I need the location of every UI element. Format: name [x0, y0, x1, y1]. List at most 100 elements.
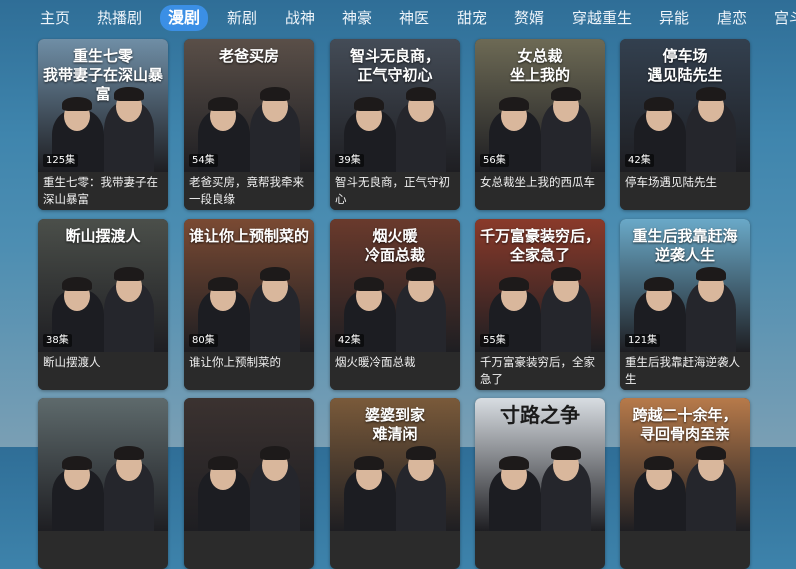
drama-title: 老爸买房，竟帮我牵来一段良缘: [184, 172, 314, 210]
tab-0[interactable]: 主页: [38, 7, 72, 29]
drama-title: 烟火暖冷面总裁: [330, 352, 460, 390]
poster-hair: [354, 277, 384, 291]
poster-image: 跨越二十余年， 寻回骨肉至亲: [620, 398, 750, 531]
poster-hair: [260, 446, 290, 460]
poster-image: 谁让你上预制菜的 80集: [184, 219, 314, 352]
poster-hair: [260, 87, 290, 101]
drama-card[interactable]: 重生七零 我带妻子在深山暴富 125集重生七零：我带妻子在深山暴富: [38, 39, 168, 210]
drama-card[interactable]: 断山摆渡人 38集 断山摆渡人: [38, 219, 168, 390]
drama-card[interactable]: 寸路之争: [475, 398, 605, 569]
poster-title: 智斗无良商， 正气守初心: [349, 47, 440, 84]
poster-title: 谁让你上预制菜的: [188, 227, 309, 245]
poster-image: 寸路之争: [475, 398, 605, 531]
drama-card[interactable]: [184, 398, 314, 569]
poster-image: 重生七零 我带妻子在深山暴富 125集: [38, 39, 168, 172]
drama-title: 重生后我靠赶海逆袭人生: [620, 352, 750, 390]
poster-image: 老爸买房 54集: [184, 39, 314, 172]
tab-2[interactable]: 漫剧: [160, 5, 209, 31]
drama-title: 千万富豪装穷后，全家急了: [475, 352, 605, 390]
episode-count: 54集: [189, 154, 218, 167]
episode-count: 80集: [189, 334, 218, 347]
poster-title: 寸路之争: [500, 403, 580, 427]
drama-card[interactable]: [38, 398, 168, 569]
poster-hair: [696, 446, 726, 460]
poster-title: 千万富豪装穷后，全家急了: [479, 227, 600, 264]
poster-hair: [406, 267, 436, 281]
poster-hair: [696, 87, 726, 101]
tab-12[interactable]: 宫斗: [772, 7, 796, 29]
episode-count: 56集: [480, 154, 509, 167]
tab-11[interactable]: 虐恋: [715, 7, 749, 29]
poster-hair: [551, 267, 581, 281]
poster-hair: [354, 97, 384, 111]
poster-hair: [208, 277, 238, 291]
poster-image: 女总裁 坐上我的 56集: [475, 39, 605, 172]
drama-card[interactable]: 老爸买房 54集老爸买房，竟帮我牵来一段良缘: [184, 39, 314, 210]
drama-title: 智斗无良商，正气守初心: [330, 172, 460, 210]
poster-title: 断山摆渡人: [65, 227, 141, 245]
episode-count: 38集: [43, 334, 72, 347]
drama-title: 谁让你上预制菜的: [184, 352, 314, 390]
poster-hair: [406, 87, 436, 101]
tab-9[interactable]: 穿越重生: [570, 7, 634, 29]
poster-image: 千万富豪装穷后，全家急了 55集: [475, 219, 605, 352]
poster-hair: [114, 267, 144, 281]
tab-3[interactable]: 新剧: [225, 7, 259, 29]
drama-card[interactable]: 跨越二十余年， 寻回骨肉至亲: [620, 398, 750, 569]
poster-image: [184, 398, 314, 531]
poster-title: 重生后我靠赶海 逆袭人生: [632, 227, 738, 264]
poster-hair: [62, 456, 92, 470]
tab-4[interactable]: 战神: [283, 7, 317, 29]
tab-1[interactable]: 热播剧: [95, 7, 144, 29]
poster-hair: [644, 277, 674, 291]
drama-card[interactable]: 智斗无良商， 正气守初心 39集智斗无良商，正气守初心: [330, 39, 460, 210]
poster-hair: [551, 87, 581, 101]
drama-card[interactable]: 重生后我靠赶海 逆袭人生 121集重生后我靠赶海逆袭人生: [620, 219, 750, 390]
tab-10[interactable]: 异能: [657, 7, 691, 29]
poster-title: 烟火暖 冷面总裁: [364, 227, 425, 264]
poster-hair: [208, 97, 238, 111]
tab-8[interactable]: 赘婿: [512, 7, 546, 29]
poster-image: 智斗无良商， 正气守初心 39集: [330, 39, 460, 172]
poster-hair: [406, 446, 436, 460]
poster-title: 跨越二十余年， 寻回骨肉至亲: [632, 406, 738, 443]
drama-card[interactable]: 女总裁 坐上我的 56集女总裁坐上我的西瓜车: [475, 39, 605, 210]
episode-count: 42集: [625, 154, 654, 167]
episode-count: 121集: [625, 334, 661, 347]
episode-count: 39集: [335, 154, 364, 167]
category-nav: 主页 热播剧漫剧新剧 战神 神豪 神医 甜宠 赘婿 穿越重生 异能 虐恋 宫斗: [0, 0, 796, 36]
tab-5[interactable]: 神豪: [340, 7, 374, 29]
drama-title: 停车场遇见陆先生: [620, 172, 750, 210]
poster-hair: [499, 277, 529, 291]
poster-image: 婆婆到家 难清闲: [330, 398, 460, 531]
tab-7[interactable]: 甜宠: [455, 7, 489, 29]
poster-hair: [354, 456, 384, 470]
drama-card[interactable]: 婆婆到家 难清闲: [330, 398, 460, 569]
poster-hair: [208, 456, 238, 470]
drama-card[interactable]: 谁让你上预制菜的 80集 谁让你上预制菜的: [184, 219, 314, 390]
poster-title: 女总裁 坐上我的: [509, 47, 570, 84]
drama-title: 断山摆渡人: [38, 352, 168, 390]
episode-count: 125集: [43, 154, 79, 167]
poster-hair: [644, 97, 674, 111]
drama-card[interactable]: 千万富豪装穷后，全家急了 55集 千万富豪装穷后，全家急了: [475, 219, 605, 390]
poster-image: 重生后我靠赶海 逆袭人生 121集: [620, 219, 750, 352]
poster-title: 老爸买房: [218, 47, 279, 65]
episode-count: 42集: [335, 334, 364, 347]
drama-card[interactable]: 烟火暖 冷面总裁 42集烟火暖冷面总裁: [330, 219, 460, 390]
poster-title: 重生七零 我带妻子在深山暴富: [42, 47, 163, 103]
drama-title: 女总裁坐上我的西瓜车: [475, 172, 605, 210]
poster-title: 婆婆到家 难清闲: [364, 406, 425, 443]
poster-hair: [644, 456, 674, 470]
poster-image: 停车场 遇见陆先生 42集: [620, 39, 750, 172]
poster-hair: [551, 446, 581, 460]
poster-image: 断山摆渡人 38集: [38, 219, 168, 352]
poster-hair: [62, 277, 92, 291]
poster-hair: [260, 267, 290, 281]
drama-card[interactable]: 停车场 遇见陆先生 42集停车场遇见陆先生: [620, 39, 750, 210]
tab-6[interactable]: 神医: [397, 7, 431, 29]
poster-hair: [499, 97, 529, 111]
poster-hair: [499, 456, 529, 470]
poster-title: 停车场 遇见陆先生: [647, 47, 723, 84]
drama-title: 重生七零：我带妻子在深山暴富: [38, 172, 168, 210]
